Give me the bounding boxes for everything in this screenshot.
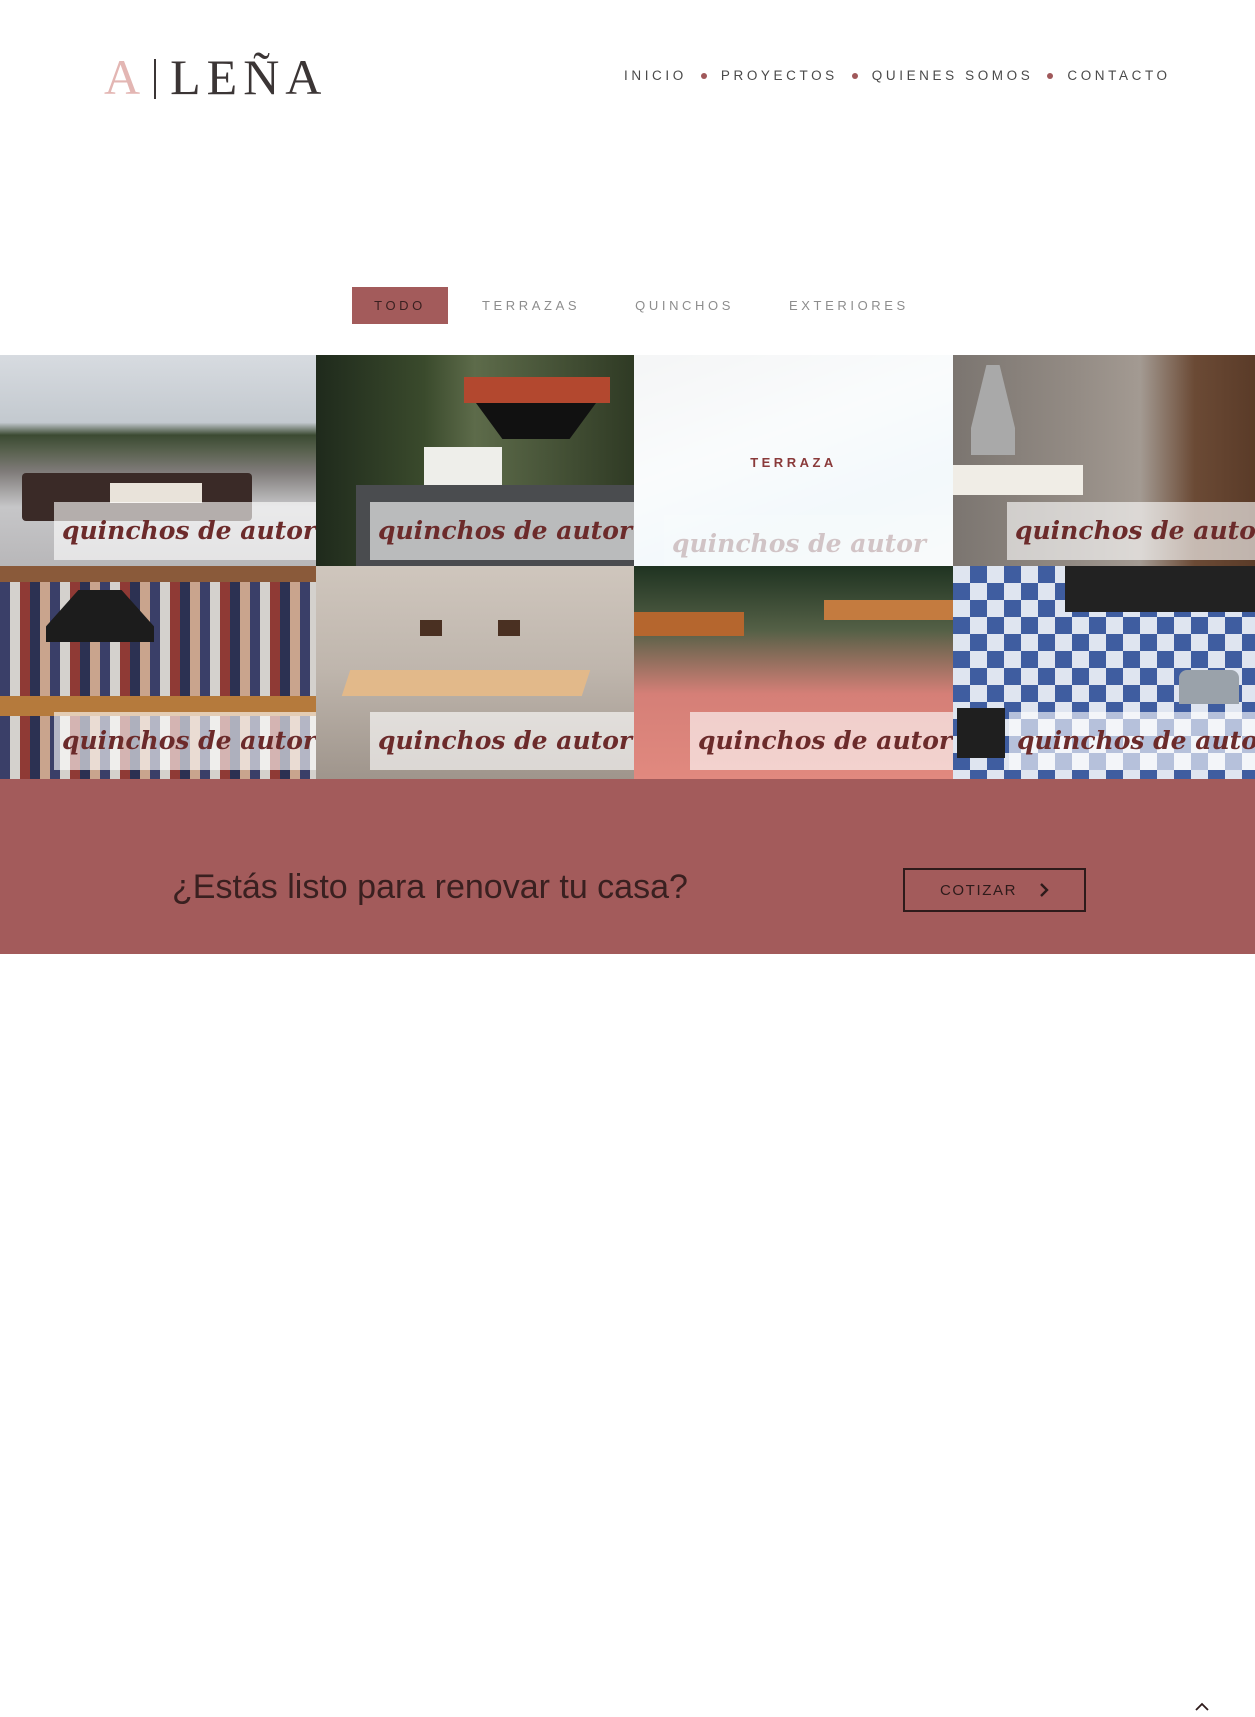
hood-shape xyxy=(464,377,610,403)
tile-caption: quinchos de autor xyxy=(690,712,953,770)
cta-question: ¿Estás listo para renovar tu casa? xyxy=(172,868,688,906)
logo-divider xyxy=(154,58,157,99)
filter-quinchos[interactable]: QUINCHOS xyxy=(635,287,734,324)
nav-item-contacto[interactable]: CONTACTO xyxy=(1067,68,1170,83)
gallery-tile-8[interactable]: quinchos de autor xyxy=(953,566,1255,779)
gallery-tile-1[interactable]: quinchos de autor xyxy=(0,355,316,566)
gallery-tile-5[interactable]: quinchos de autor xyxy=(0,566,316,779)
chevron-right-icon xyxy=(1040,883,1049,897)
hood-shape xyxy=(971,365,1015,455)
tile-caption: quinchos de autor xyxy=(1009,712,1255,770)
nav-separator-dot xyxy=(851,72,858,79)
nav-item-quienes-somos[interactable]: QUIENES SOMOS xyxy=(872,68,1034,83)
gallery-tile-3[interactable]: TERRAZA quinchos de autor xyxy=(634,355,953,566)
tile-category-label: TERRAZA xyxy=(750,455,837,470)
chevron-up-icon[interactable] xyxy=(1192,1697,1212,1717)
main-nav: INICIO PROYECTOS QUIENES SOMOS CONTACTO xyxy=(624,68,1171,83)
nav-item-inicio[interactable]: INICIO xyxy=(624,68,687,83)
cotizar-button[interactable]: COTIZAR xyxy=(903,868,1086,912)
logo-letter-a: A xyxy=(104,49,147,105)
tile-caption: quinchos de autor xyxy=(54,502,316,560)
counter-shape xyxy=(824,600,953,620)
sink-shape xyxy=(957,708,1005,758)
pergola-shape xyxy=(0,566,316,582)
hood-shape xyxy=(46,590,154,642)
tile-caption: quinchos de autor xyxy=(54,712,316,770)
cta-banner: ¿Estás listo para renovar tu casa? COTIZ… xyxy=(0,779,1255,1711)
tile-caption: quinchos de autor xyxy=(664,515,953,566)
portfolio-filters: TODO TERRAZAS QUINCHOS EXTERIORES xyxy=(352,287,909,324)
table-shape xyxy=(110,483,202,503)
filter-terrazas[interactable]: TERRAZAS xyxy=(482,287,580,324)
portfolio-gallery: quinchos de autor quinchos de autor TERR… xyxy=(0,355,1255,779)
filter-todo[interactable]: TODO xyxy=(352,287,448,324)
table-shape xyxy=(341,670,591,696)
grill-shape xyxy=(1179,670,1239,704)
tile-caption: quinchos de autor xyxy=(370,712,634,770)
site-logo[interactable]: A LEÑA xyxy=(104,52,327,102)
nav-separator-dot xyxy=(700,72,707,79)
logo-wordmark: LEÑA xyxy=(170,49,328,105)
tile-caption: quinchos de autor xyxy=(1007,502,1255,560)
cotizar-label: COTIZAR xyxy=(939,881,1018,899)
filter-exteriores[interactable]: EXTERIORES xyxy=(789,287,909,324)
hood-cone-shape xyxy=(476,403,596,439)
gallery-tile-6[interactable]: quinchos de autor xyxy=(316,566,634,779)
gallery-tile-4[interactable]: quinchos de autor xyxy=(953,355,1255,566)
bar-counter-shape xyxy=(953,465,1083,495)
lamp-shape xyxy=(420,620,442,636)
nav-separator-dot xyxy=(1047,72,1054,79)
hood-shape xyxy=(1065,566,1255,612)
gallery-tile-7[interactable]: quinchos de autor xyxy=(634,566,953,779)
gallery-tile-2[interactable]: quinchos de autor xyxy=(316,355,634,566)
counter-shape xyxy=(634,612,744,636)
tile-caption: quinchos de autor xyxy=(370,502,634,560)
nav-item-proyectos[interactable]: PROYECTOS xyxy=(721,68,838,83)
lamp-shape xyxy=(498,620,520,636)
